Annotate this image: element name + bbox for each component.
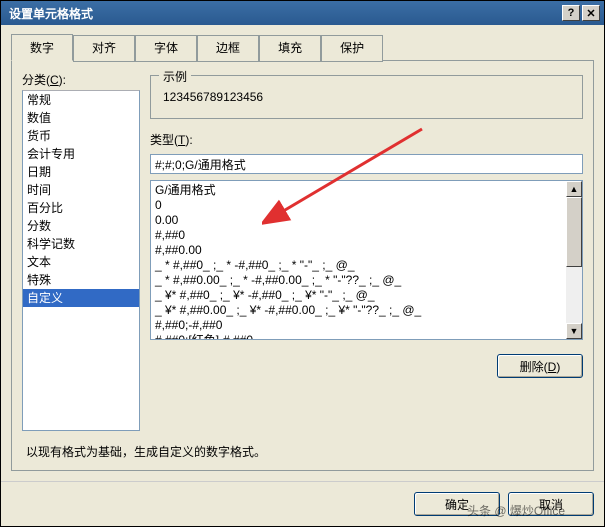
list-item[interactable]: 文本 <box>23 253 139 271</box>
scroll-down-icon[interactable]: ▼ <box>566 323 582 339</box>
tab-number[interactable]: 数字 <box>11 34 73 61</box>
sample-fieldset: 示例 123456789123456 <box>150 75 583 119</box>
category-listbox[interactable]: 常规数值货币会计专用日期时间百分比分数科学记数文本特殊自定义 <box>22 90 140 431</box>
type-input[interactable] <box>150 154 583 174</box>
category-label-suffix: ): <box>59 73 66 87</box>
format-cells-dialog: 设置单元格格式 ? ✕ 数字对齐字体边框填充保护 分类(C): 常规数值货币会计… <box>0 0 605 527</box>
delete-button[interactable]: 删除(D) <box>497 354 583 378</box>
list-item[interactable]: 自定义 <box>23 289 139 307</box>
titlebar: 设置单元格格式 ? ✕ <box>1 1 604 25</box>
tab-font[interactable]: 字体 <box>135 35 197 62</box>
scrollbar[interactable]: ▲ ▼ <box>566 181 582 339</box>
tabs: 数字对齐字体边框填充保护 <box>11 33 594 60</box>
list-item[interactable]: 会计专用 <box>23 145 139 163</box>
list-item[interactable]: 分数 <box>23 217 139 235</box>
sample-legend: 示例 <box>159 68 191 85</box>
description-text: 以现有格式为基础，生成自定义的数字格式。 <box>26 443 583 460</box>
list-item[interactable]: 特殊 <box>23 271 139 289</box>
type-label: 类型(T): <box>150 131 583 148</box>
list-item[interactable]: 日期 <box>23 163 139 181</box>
sample-value: 123456789123456 <box>163 86 572 108</box>
watermark-text: 头条 @ 爆炒Office <box>467 502 565 519</box>
list-item[interactable]: 时间 <box>23 181 139 199</box>
dialog-title: 设置单元格格式 <box>9 5 560 22</box>
tab-border[interactable]: 边框 <box>197 35 259 62</box>
close-button[interactable]: ✕ <box>582 5 600 21</box>
list-item[interactable]: 科学记数 <box>23 235 139 253</box>
help-button[interactable]: ? <box>562 5 580 21</box>
tab-panel-number: 分类(C): 常规数值货币会计专用日期时间百分比分数科学记数文本特殊自定义 示例… <box>11 60 594 471</box>
tab-protect[interactable]: 保护 <box>321 35 383 62</box>
list-item[interactable]: 百分比 <box>23 199 139 217</box>
scroll-up-icon[interactable]: ▲ <box>566 181 582 197</box>
category-label-key: C <box>50 73 59 87</box>
list-item[interactable]: 常规 <box>23 91 139 109</box>
scroll-thumb[interactable] <box>566 197 582 267</box>
category-label: 分类(C): <box>22 71 140 88</box>
category-label-prefix: 分类( <box>22 73 50 87</box>
type-label-prefix: 类型( <box>150 133 178 147</box>
tab-fill[interactable]: 填充 <box>259 35 321 62</box>
list-item[interactable]: 数值 <box>23 109 139 127</box>
list-item[interactable]: 货币 <box>23 127 139 145</box>
format-listbox[interactable]: G/通用格式 0 0.00 #,##0 #,##0.00 _ * #,##0_ … <box>150 180 583 340</box>
type-label-suffix: ): <box>185 133 192 147</box>
tab-align[interactable]: 对齐 <box>73 35 135 62</box>
